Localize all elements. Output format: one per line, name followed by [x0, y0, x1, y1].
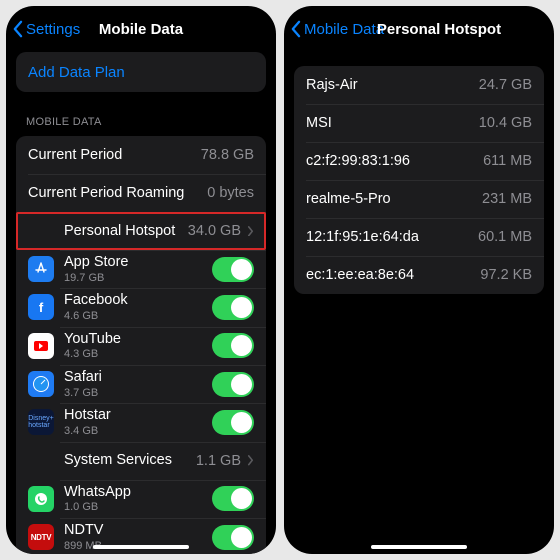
appstore-icon: [28, 256, 54, 282]
back-button[interactable]: Mobile Data: [290, 20, 384, 38]
back-label: Settings: [26, 21, 80, 38]
section-header: MOBILE DATA: [6, 102, 276, 132]
app-name: WhatsApp: [64, 484, 206, 501]
blank-icon: [28, 448, 54, 474]
app-row[interactable]: YouTube4.3 GB: [16, 327, 266, 365]
chevron-left-icon: [290, 20, 301, 38]
client-usage: 60.1 MB: [478, 229, 532, 245]
current-period-row[interactable]: Current Period 78.8 GB: [16, 136, 266, 174]
chevron-right-icon: [247, 455, 254, 466]
home-indicator[interactable]: [371, 545, 467, 549]
app-usage: 19.7 GB: [64, 272, 206, 285]
system-services-label: System Services: [64, 452, 190, 469]
chevron-left-icon: [12, 20, 23, 38]
whatsapp-icon: [28, 486, 54, 512]
hotspot-client-row[interactable]: realme-5-Pro 231 MB: [294, 180, 544, 218]
right-screen: Mobile Data Personal Hotspot Rajs-Air 24…: [284, 6, 554, 554]
hotspot-client-row[interactable]: MSI 10.4 GB: [294, 104, 544, 142]
client-name: ec:1:ee:ea:8e:64: [306, 267, 474, 284]
personal-hotspot-row[interactable]: Personal Hotspot 34.0 GB: [16, 212, 266, 250]
app-name: Facebook: [64, 292, 206, 309]
client-name: c2:f2:99:83:1:96: [306, 153, 477, 170]
client-name: realme-5-Pro: [306, 191, 476, 208]
app-usage: 4.3 GB: [64, 348, 206, 361]
back-button[interactable]: Settings: [12, 20, 80, 38]
system-services-row[interactable]: System Services 1.1 GB: [16, 442, 266, 480]
system-services-value: 1.1 GB: [196, 453, 241, 469]
client-usage: 10.4 GB: [479, 115, 532, 131]
nav-bar: Settings Mobile Data: [6, 6, 276, 46]
hotstar-icon: Disney+hotstar: [28, 409, 54, 435]
app-usage: 3.4 GB: [64, 425, 206, 438]
app-name: YouTube: [64, 331, 206, 348]
personal-hotspot-value: 34.0 GB: [188, 223, 241, 239]
toggle[interactable]: [212, 333, 254, 358]
client-usage: 231 MB: [482, 191, 532, 207]
blank-icon: [28, 218, 54, 244]
hotspot-client-row[interactable]: 12:1f:95:1e:64:da 60.1 MB: [294, 218, 544, 256]
app-name: Hotstar: [64, 407, 206, 424]
client-name: MSI: [306, 115, 473, 132]
hotspot-client-row[interactable]: c2:f2:99:83:1:96 611 MB: [294, 142, 544, 180]
left-screen: Settings Mobile Data Add Data Plan MOBIL…: [6, 6, 276, 554]
ndtv-icon: NDTV: [28, 524, 54, 550]
toggle[interactable]: [212, 372, 254, 397]
chevron-right-icon: [247, 226, 254, 237]
home-indicator[interactable]: [93, 545, 189, 549]
add-data-plan[interactable]: Add Data Plan: [16, 52, 266, 92]
app-name: App Store: [64, 254, 206, 271]
facebook-icon: f: [28, 294, 54, 320]
client-usage: 611 MB: [483, 153, 532, 169]
app-usage: 4.6 GB: [64, 310, 206, 323]
youtube-icon: [28, 333, 54, 359]
client-usage: 24.7 GB: [479, 77, 532, 93]
toggle[interactable]: [212, 410, 254, 435]
app-row[interactable]: f Facebook4.6 GB: [16, 288, 266, 326]
roaming-label: Current Period Roaming: [28, 185, 201, 202]
hotspot-client-row[interactable]: Rajs-Air 24.7 GB: [294, 66, 544, 104]
toggle[interactable]: [212, 295, 254, 320]
app-row[interactable]: App Store19.7 GB: [16, 250, 266, 288]
client-usage: 97.2 KB: [480, 267, 532, 283]
safari-icon: [28, 371, 54, 397]
personal-hotspot-label: Personal Hotspot: [64, 223, 182, 240]
toggle[interactable]: [212, 486, 254, 511]
hotspot-client-row[interactable]: ec:1:ee:ea:8e:64 97.2 KB: [294, 256, 544, 294]
app-usage: 3.7 GB: [64, 387, 206, 400]
app-row[interactable]: WhatsApp1.0 GB: [16, 480, 266, 518]
toggle[interactable]: [212, 525, 254, 550]
app-usage: 1.0 GB: [64, 501, 206, 514]
content: Rajs-Air 24.7 GB MSI 10.4 GB c2:f2:99:83…: [284, 46, 554, 554]
nav-bar: Mobile Data Personal Hotspot: [284, 6, 554, 46]
roaming-value: 0 bytes: [207, 185, 254, 201]
app-name: NDTV: [64, 522, 206, 539]
back-label: Mobile Data: [304, 21, 384, 38]
roaming-row[interactable]: Current Period Roaming 0 bytes: [16, 174, 266, 212]
app-row[interactable]: Disney+hotstar Hotstar3.4 GB: [16, 403, 266, 441]
client-name: Rajs-Air: [306, 77, 473, 94]
app-name: Safari: [64, 369, 206, 386]
client-name: 12:1f:95:1e:64:da: [306, 229, 472, 246]
current-period-label: Current Period: [28, 147, 195, 164]
current-period-value: 78.8 GB: [201, 147, 254, 163]
toggle[interactable]: [212, 257, 254, 282]
content: Add Data Plan MOBILE DATA Current Period…: [6, 46, 276, 554]
app-row[interactable]: Safari3.7 GB: [16, 365, 266, 403]
